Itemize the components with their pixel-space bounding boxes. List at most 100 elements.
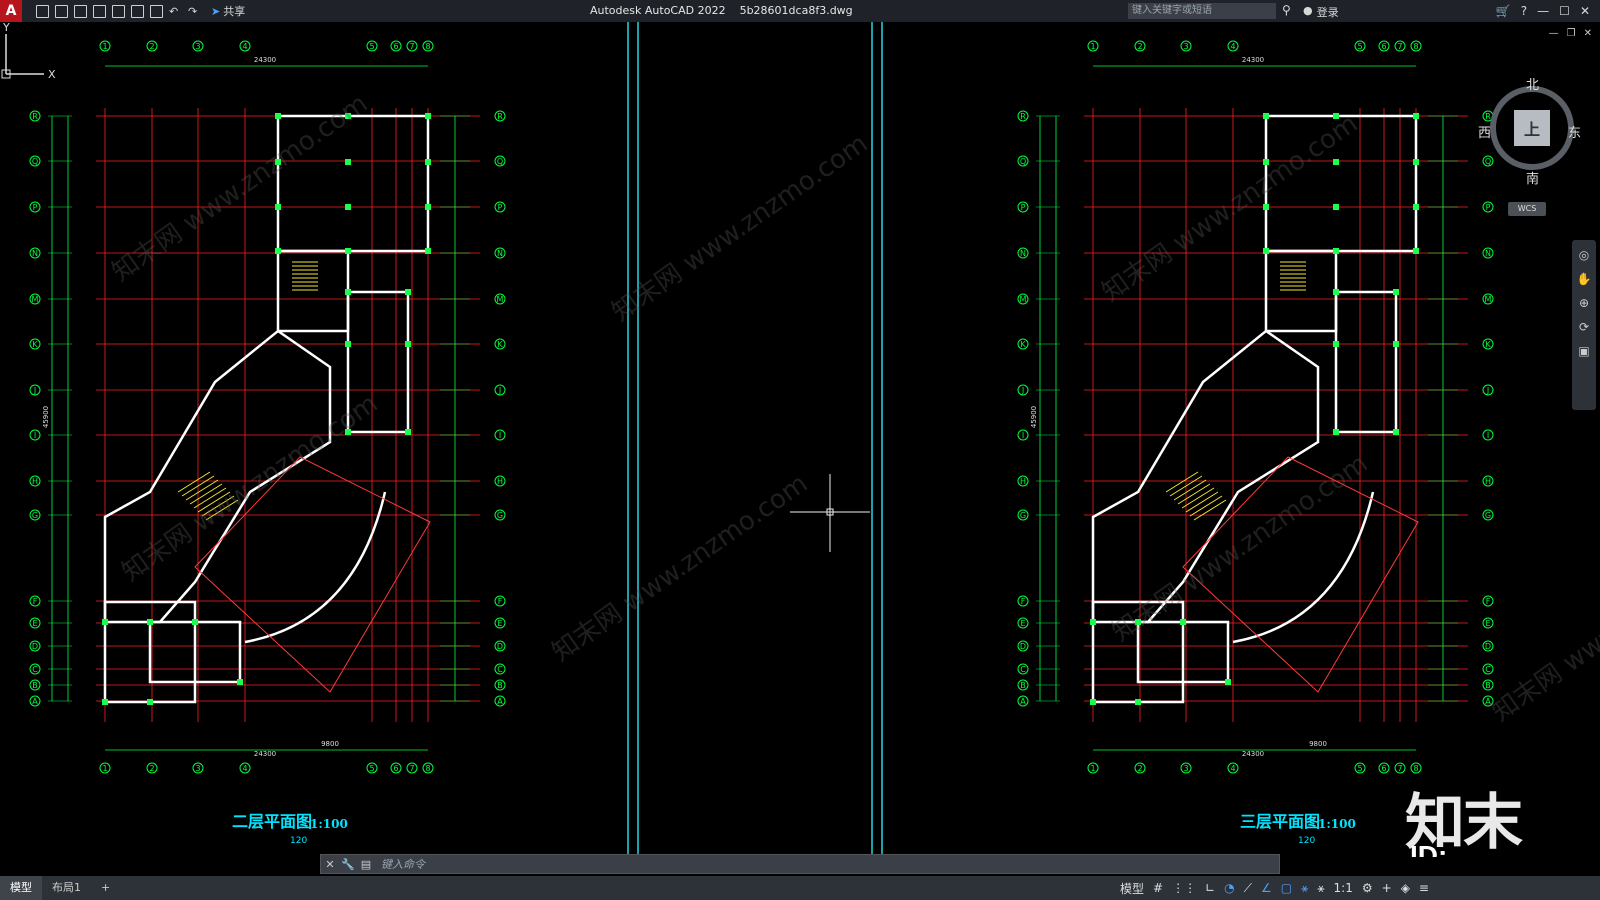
axis-label: F bbox=[33, 597, 38, 606]
axis-label: J bbox=[498, 386, 501, 395]
plan-title-2f: 二层平面图 bbox=[232, 812, 313, 831]
cmd-close-icon[interactable]: ✕ bbox=[321, 858, 339, 871]
column bbox=[1333, 429, 1339, 435]
viewcube-top-face[interactable]: 上 bbox=[1514, 110, 1550, 146]
search-input[interactable]: 键入关键字或短语 bbox=[1128, 3, 1276, 19]
viewcube[interactable]: 上 北 南 东 西 WCS bbox=[1478, 78, 1582, 216]
snap-icon[interactable]: ⋮⋮ bbox=[1172, 881, 1196, 895]
axis-label: 6 bbox=[1381, 42, 1386, 51]
annotation-scale[interactable]: 1:1 bbox=[1334, 881, 1353, 895]
axis-label: 4 bbox=[1230, 42, 1235, 51]
isolate-icon[interactable]: ◈ bbox=[1401, 881, 1410, 895]
axis-label: 7 bbox=[1397, 764, 1402, 773]
model-space-button[interactable]: 模型 bbox=[1120, 880, 1144, 897]
ortho-icon[interactable]: ∟ bbox=[1205, 881, 1215, 895]
new-file-icon[interactable] bbox=[36, 4, 49, 18]
axis-label: 7 bbox=[409, 764, 414, 773]
axis-label: 1 bbox=[102, 42, 107, 51]
column bbox=[147, 699, 153, 705]
column bbox=[1333, 204, 1339, 210]
steering-wheel-icon[interactable]: ◎ bbox=[1579, 248, 1589, 262]
column bbox=[1413, 113, 1419, 119]
vp-restore-icon[interactable]: ❐ bbox=[1567, 28, 1576, 39]
save-as-icon[interactable] bbox=[93, 4, 106, 18]
axis-label: C bbox=[497, 665, 503, 674]
search-icon[interactable]: ⚲ bbox=[1282, 3, 1291, 17]
wall-arc bbox=[244, 491, 387, 644]
axis-label: 1 bbox=[1090, 764, 1095, 773]
wcs-menu[interactable]: WCS bbox=[1508, 202, 1546, 216]
column bbox=[1225, 679, 1231, 685]
compass-north[interactable]: 北 bbox=[1526, 74, 1539, 93]
cmd-recent-icon[interactable]: ▤ bbox=[357, 858, 375, 871]
maximize-icon[interactable]: ☐ bbox=[1559, 4, 1570, 18]
axis-label: P bbox=[498, 203, 503, 212]
axis-label: D bbox=[1485, 642, 1491, 651]
cart-icon[interactable]: 🛒 bbox=[1496, 4, 1511, 18]
column bbox=[237, 679, 243, 685]
add-layout-button[interactable]: + bbox=[91, 876, 120, 900]
zoom-icon[interactable]: ⊕ bbox=[1579, 296, 1589, 310]
axis-label: 5 bbox=[369, 42, 374, 51]
compass-south[interactable]: 南 bbox=[1526, 168, 1539, 187]
help-icon[interactable]: ? bbox=[1521, 4, 1527, 18]
tab-layout1[interactable]: 布局1 bbox=[42, 876, 91, 900]
orbit-icon[interactable]: ⟳ bbox=[1579, 320, 1589, 334]
annotation-visibility-icon[interactable]: ⚹ bbox=[1301, 881, 1308, 896]
customize-icon[interactable]: ≡ bbox=[1419, 881, 1429, 895]
object-snap-icon[interactable]: ▢ bbox=[1281, 881, 1292, 895]
axis-label: I bbox=[1022, 431, 1024, 440]
column bbox=[1413, 159, 1419, 165]
print-icon[interactable] bbox=[150, 4, 163, 18]
column bbox=[1333, 159, 1339, 165]
dim-text: 24300 bbox=[1242, 750, 1264, 758]
undo-icon[interactable]: ↶ bbox=[169, 5, 182, 18]
grid-icon[interactable]: # bbox=[1153, 881, 1163, 895]
web-open-icon[interactable] bbox=[112, 4, 125, 18]
app-menu-button[interactable]: A bbox=[0, 0, 22, 22]
open-file-icon[interactable] bbox=[55, 4, 68, 18]
minimize-icon[interactable]: — bbox=[1537, 4, 1549, 18]
axis-label: G bbox=[497, 511, 503, 520]
axis-label: 5 bbox=[1357, 764, 1362, 773]
column bbox=[147, 619, 153, 625]
wall-block bbox=[1264, 249, 1338, 333]
showmotion-icon[interactable]: ▣ bbox=[1578, 344, 1589, 358]
isodraft-icon[interactable]: ⟋ bbox=[1244, 881, 1252, 896]
axis-label: H bbox=[1020, 477, 1026, 486]
column bbox=[1263, 113, 1269, 119]
column bbox=[345, 289, 351, 295]
axis-label: B bbox=[32, 681, 38, 690]
vp-close-icon[interactable]: ✕ bbox=[1584, 28, 1592, 39]
share-button[interactable]: ➤ 共享 bbox=[211, 3, 245, 19]
ucs-x-label: X bbox=[48, 68, 56, 81]
close-icon[interactable]: ✕ bbox=[1580, 4, 1590, 18]
workspace-icon[interactable]: ⚙ bbox=[1362, 881, 1373, 895]
axis-label: K bbox=[1485, 340, 1491, 349]
cmd-customize-icon[interactable]: 🔧 bbox=[339, 858, 357, 871]
column bbox=[1393, 289, 1399, 295]
tab-model[interactable]: 模型 bbox=[0, 876, 42, 900]
compass-west[interactable]: 西 bbox=[1478, 122, 1491, 141]
compass-east[interactable]: 东 bbox=[1568, 122, 1581, 141]
save-icon[interactable] bbox=[74, 4, 87, 18]
axis-label: M bbox=[1485, 295, 1492, 304]
drawing-canvas[interactable]: 1 1 2 2 3 3 4 4 5 5 6 6 7 7 8 8 R R Q Q P P N N M M K K J J I I H H G G F F E E… bbox=[0, 22, 1600, 857]
axis-label: H bbox=[1485, 477, 1491, 486]
command-input[interactable]: 键入命令 bbox=[375, 856, 1279, 872]
vp-minimize-icon[interactable]: — bbox=[1549, 28, 1559, 39]
autoscale-icon[interactable]: ⚹ bbox=[1317, 881, 1324, 896]
plan-sub-3f: 120 bbox=[1298, 836, 1316, 846]
column bbox=[425, 159, 431, 165]
redo-icon[interactable]: ↷ bbox=[188, 5, 201, 18]
pan-icon[interactable]: ✋ bbox=[1577, 272, 1592, 286]
object-snap-tracking-icon[interactable]: ∠ bbox=[1261, 881, 1272, 895]
plus-icon[interactable]: + bbox=[1382, 881, 1392, 895]
polar-icon[interactable]: ◔ bbox=[1224, 881, 1234, 895]
login-button[interactable]: ● 登录 bbox=[1303, 4, 1339, 20]
axis-label: R bbox=[32, 112, 38, 121]
watermark-text: 知末网 www.znzmo.com bbox=[547, 469, 813, 668]
column bbox=[1393, 429, 1399, 435]
column bbox=[1263, 248, 1269, 254]
plot-icon[interactable] bbox=[131, 4, 144, 18]
